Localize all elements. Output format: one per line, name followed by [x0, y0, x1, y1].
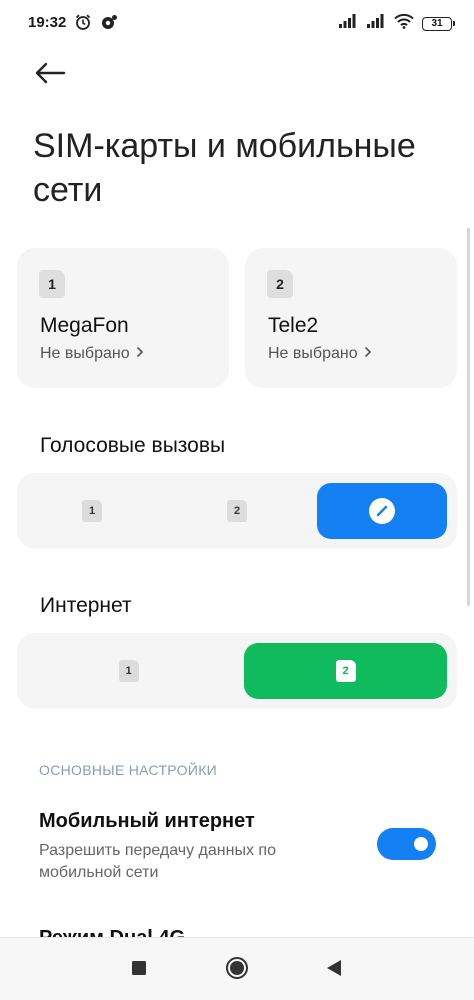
home-button[interactable]: [225, 956, 249, 985]
sim-2-icon: 2: [227, 500, 247, 522]
sim-2-icon: 2: [267, 270, 293, 298]
sim-2-icon: 2: [335, 660, 356, 682]
battery-icon: 31: [422, 16, 455, 31]
internet-selector: 1 2: [17, 633, 457, 709]
sim-1-icon: 1: [82, 500, 102, 522]
system-nav-bar: [0, 937, 474, 1000]
signal-sim1-icon: [338, 13, 358, 34]
voice-option-sim-1[interactable]: 1: [27, 483, 157, 539]
sim-1-icon: 1: [118, 660, 139, 682]
back-triangle-icon: [325, 959, 343, 982]
internet-option-sim-1[interactable]: 1: [27, 643, 230, 699]
home-circle-icon: [225, 956, 249, 985]
notification-icon: [100, 13, 118, 36]
sim-1-operator: MegaFon: [40, 314, 129, 337]
sim-card-2[interactable]: 2 Tele2 Не выбрано: [245, 248, 457, 388]
chevron-right-icon: [364, 345, 372, 363]
mobile-data-toggle[interactable]: [377, 828, 436, 860]
page-title: SIM-карты и мобильные сети: [33, 127, 416, 209]
alarm-icon: [74, 13, 92, 36]
status-bar: 19:32 31: [0, 0, 474, 44]
sim-2-status: Не выбрано: [268, 345, 372, 363]
voice-calls-heading: Голосовые вызовы: [40, 434, 226, 457]
scrollbar[interactable]: [467, 228, 470, 606]
voice-option-ask-every-time[interactable]: [317, 483, 447, 539]
voice-option-sim-2[interactable]: 2: [172, 483, 302, 539]
sim-1-icon: 1: [39, 270, 65, 298]
back-button[interactable]: [34, 58, 74, 92]
status-time: 19:32: [28, 14, 67, 31]
sim-2-operator: Tele2: [268, 314, 319, 337]
signal-sim2-icon: [366, 13, 386, 34]
mobile-data-title: Мобильный интернет: [39, 810, 255, 832]
sim-card-1[interactable]: 1 MegaFon Не выбрано: [17, 248, 229, 388]
arrow-left-icon: [34, 61, 66, 90]
basic-settings-header: ОСНОВНЫЕ НАСТРОЙКИ: [39, 762, 218, 778]
sim-2-status-label: Не выбрано: [268, 345, 358, 362]
recents-square-icon: [131, 960, 147, 981]
sim-1-status: Не выбрано: [40, 345, 144, 363]
nav-back-button[interactable]: [322, 958, 346, 982]
recents-button[interactable]: [127, 958, 151, 982]
chevron-right-icon: [136, 345, 144, 363]
toggle-knob: [414, 837, 428, 851]
sim-1-status-label: Не выбрано: [40, 345, 130, 362]
internet-option-sim-2[interactable]: 2: [244, 643, 447, 699]
voice-calls-selector: 1 2: [17, 473, 457, 549]
mobile-data-description: Разрешить передачу данных по мобильной с…: [39, 842, 276, 881]
internet-heading: Интернет: [40, 594, 132, 617]
pen-icon: [369, 498, 395, 524]
wifi-icon: [394, 13, 414, 34]
